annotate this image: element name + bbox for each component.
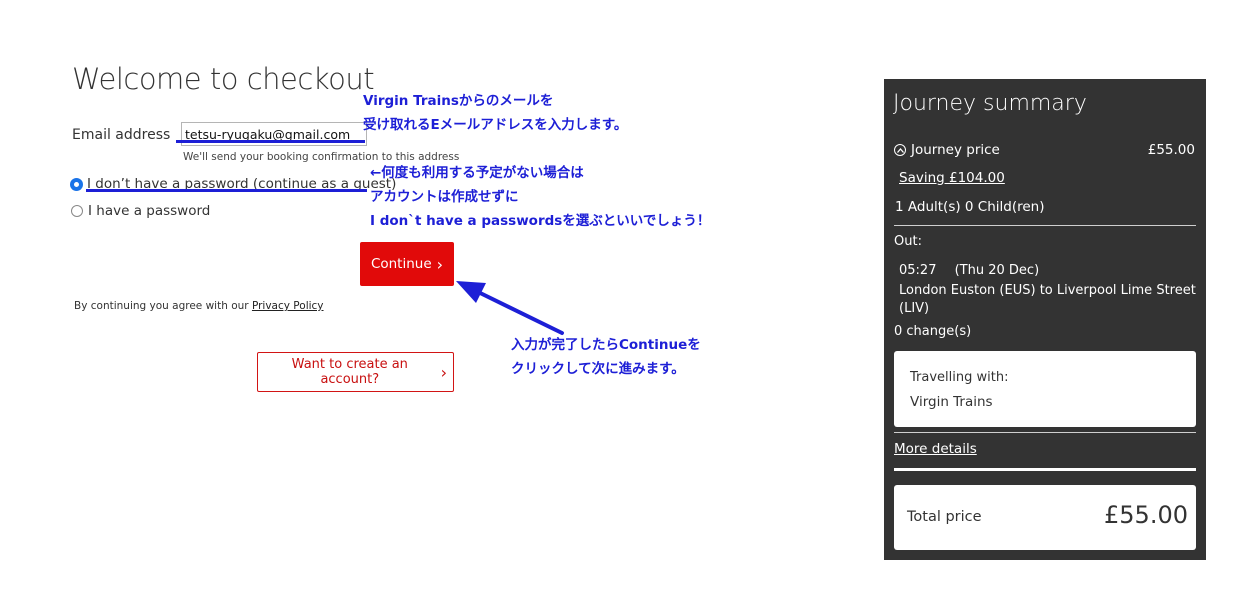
travelling-with-card: Travelling with: Virgin Trains (894, 351, 1196, 427)
summary-title: Journey summary (893, 91, 1087, 116)
annotation-line: 受け取れるEメールアドレスを入力します。 (363, 117, 628, 133)
radio-password-unselected[interactable] (71, 205, 83, 217)
radio-password-option[interactable]: I have a password (71, 203, 210, 219)
journey-price-label: Journey price (911, 142, 1000, 158)
email-underline-annotation (176, 140, 365, 143)
out-date: (Thu 20 Dec) (954, 263, 1040, 278)
out-time-row: 05:27 (Thu 20 Dec) (899, 263, 1039, 278)
total-price-value: £55.00 (1104, 501, 1188, 529)
continue-label: Continue (370, 256, 432, 272)
passengers-text: 1 Adult(s) 0 Child(ren) (895, 199, 1045, 215)
radio-password-label: I have a password (88, 203, 211, 219)
annotation-guest-note: ←何度も利用する予定がない場合は アカウントは作成せずに I don`t hav… (370, 161, 710, 233)
changes-text: 0 change(s) (894, 324, 972, 339)
journey-price-value: £55.00 (1147, 142, 1195, 158)
divider (894, 432, 1196, 433)
annotation-line: I don`t have a passwordsを選ぶといいでしょう！ (370, 213, 711, 229)
guest-underline-annotation (86, 189, 367, 192)
annotation-continue-note: 入力が完了したらContinueを クリックして次に進みます。 (511, 333, 701, 381)
continue-button[interactable]: Continue › (360, 242, 454, 286)
page-title: Welcome to checkout (72, 62, 375, 96)
operator-name: Virgin Trains (910, 394, 993, 410)
divider (894, 225, 1196, 226)
annotation-line: アカウントは作成せずに (370, 189, 519, 205)
chevron-right-icon: › (436, 254, 444, 274)
agreement-text: By continuing you agree with our Privacy… (74, 300, 324, 312)
journey-price-toggle[interactable]: Journey price (894, 142, 1000, 158)
chevron-up-circle-icon (894, 144, 906, 156)
saving-link[interactable]: Saving £104.00 (899, 170, 1005, 186)
route-text: London Euston (EUS) to Liverpool Lime St… (899, 283, 1196, 316)
chevron-right-icon: › (440, 362, 447, 382)
radio-guest-selected[interactable] (71, 178, 82, 190)
arrow-annotation-icon (456, 281, 564, 335)
journey-summary-panel: Journey summary Journey price £55.00 Sav… (884, 79, 1206, 560)
more-details-link[interactable]: More details (894, 441, 977, 457)
out-time: 05:27 (899, 263, 937, 278)
annotation-line: ←何度も利用する予定がない場合は (370, 165, 584, 181)
travelling-with-label: Travelling with: (910, 370, 1009, 385)
annotation-email-note: Virgin Trainsからのメールを 受け取れるEメールアドレスを入力します… (363, 89, 627, 137)
divider (894, 468, 1196, 471)
email-label: Email address (72, 127, 171, 143)
create-account-label: Want to create an account? (291, 357, 408, 387)
total-price-label: Total price (907, 509, 982, 525)
annotation-line: Virgin Trainsからのメールを (363, 93, 554, 109)
create-account-button[interactable]: Want to create an account? › (257, 352, 454, 392)
total-price-card: Total price £55.00 (894, 485, 1196, 550)
annotation-line: クリックして次に進みます。 (511, 361, 685, 377)
agreement-prefix: By continuing you agree with our (74, 300, 252, 312)
out-label: Out: (894, 234, 922, 249)
privacy-policy-link[interactable]: Privacy Policy (252, 300, 324, 312)
